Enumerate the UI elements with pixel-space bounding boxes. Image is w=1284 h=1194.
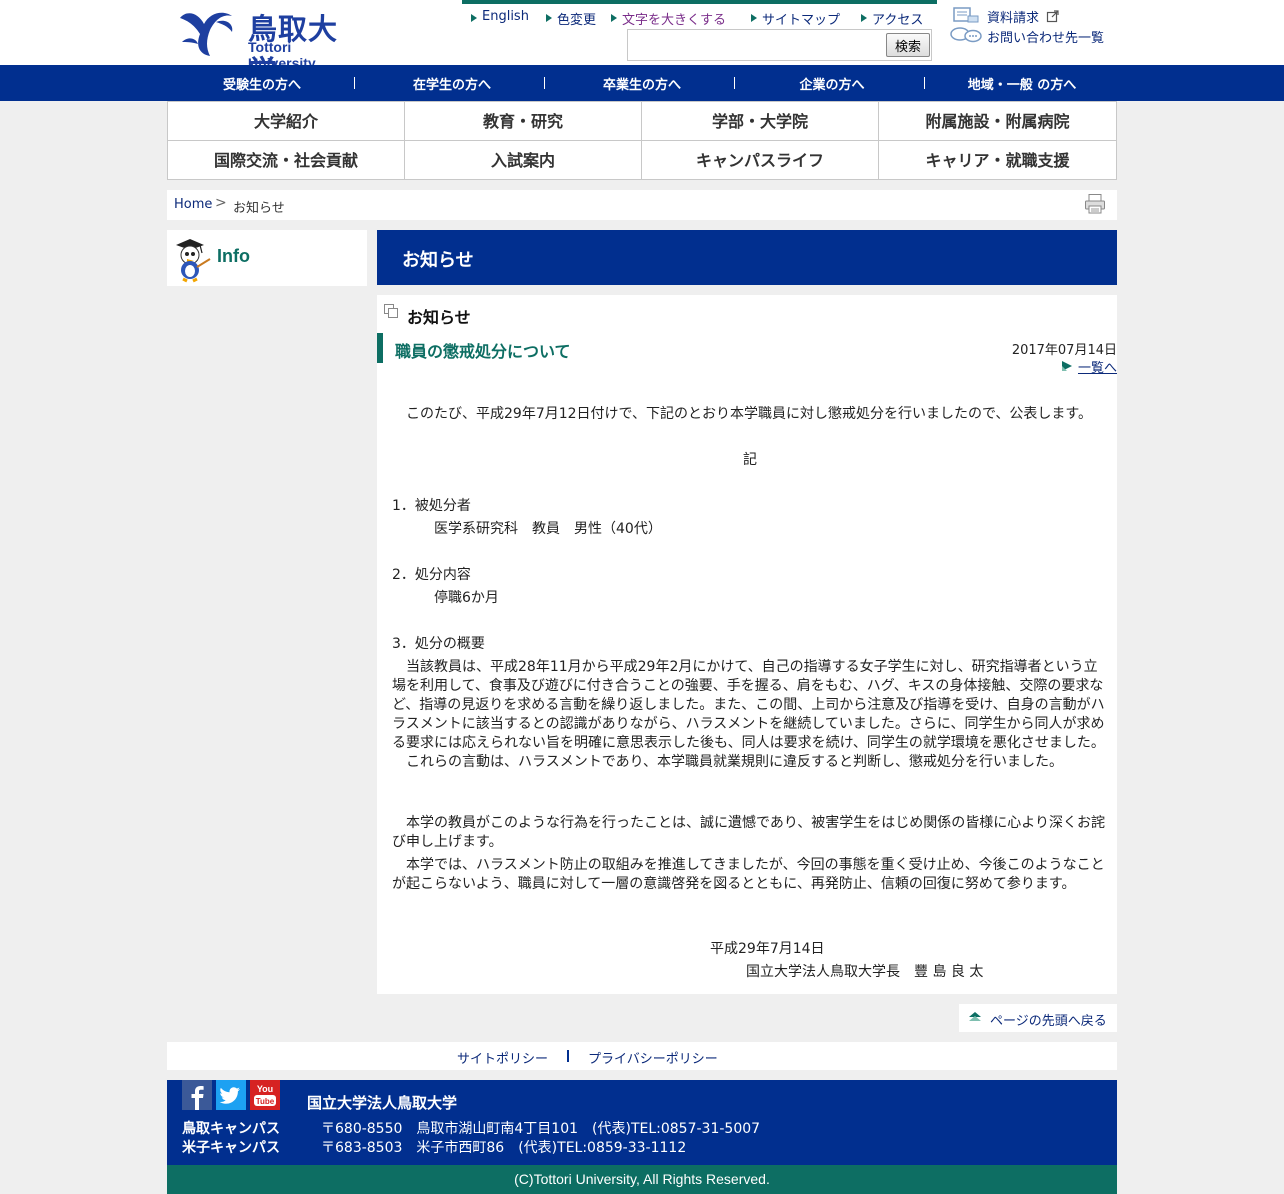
privacy-policy-link[interactable]: プライバシーポリシー bbox=[588, 1048, 718, 1067]
apology-paragraph-2: 本学では、ハラスメント防止の取組みを推進してきましたが、今回の事態を重く受け止め… bbox=[392, 857, 1105, 892]
sidebar-info-box: Info bbox=[167, 230, 367, 286]
news-title: 職員の懲戒処分について bbox=[395, 342, 571, 361]
campus-tottori-address: 〒680-8550 鳥取市湖山町南4丁目101 (代表)TEL:0857-31-… bbox=[321, 1121, 761, 1137]
nav-current-students[interactable]: 在学生の方へ bbox=[357, 74, 547, 93]
menu-faculties[interactable]: 学部・大学院 bbox=[642, 102, 879, 141]
ki-heading: 記 bbox=[743, 452, 757, 468]
external-link-icon bbox=[1046, 10, 1059, 23]
info-label: Info bbox=[217, 246, 250, 266]
menu-admissions[interactable]: 入試案内 bbox=[405, 141, 642, 180]
svg-text:You: You bbox=[257, 1084, 273, 1094]
item3-paragraph-2: これらの言動は、ハラスメントであり、本学職員就業規則に違反すると判断し、懲戒処分… bbox=[392, 754, 1064, 770]
page-title: お知らせ bbox=[402, 250, 474, 271]
audience-nav: 受験生の方へ 在学生の方へ 卒業生の方へ 企業の方へ 地域・一般 の方へ bbox=[0, 65, 1284, 101]
item3-heading: 3．処分の概要 bbox=[392, 636, 485, 652]
apology-paragraph-1: 本学の教員がこのような行為を行ったことは、誠に遺憾であり、被害学生をはじめ関係の… bbox=[392, 815, 1106, 850]
up-arrow-icon bbox=[969, 1012, 981, 1021]
menu-international[interactable]: 国際交流・社会貢献 bbox=[168, 141, 405, 180]
search-input[interactable] bbox=[630, 33, 883, 57]
nav-alumni[interactable]: 卒業生の方へ bbox=[547, 74, 737, 93]
menu-education-research[interactable]: 教育・研究 bbox=[405, 102, 642, 141]
breadcrumb-current: お知らせ bbox=[233, 201, 285, 216]
window-icon bbox=[384, 304, 398, 318]
svg-text:Tube: Tube bbox=[256, 1097, 275, 1106]
nav-separator bbox=[354, 77, 355, 89]
article-content: お知らせ 職員の懲戒処分について 2017年07月14日 一覧へ このたび、平成… bbox=[377, 295, 1117, 994]
back-to-top-label: ページの先頭へ戻る bbox=[990, 1014, 1107, 1029]
utility-nav: English 色変更 文字を大きくする サイトマップ アクセス bbox=[462, 0, 937, 28]
item2-heading: 2．処分内容 bbox=[392, 567, 471, 583]
news-date: 2017年07月14日 bbox=[1011, 343, 1117, 358]
menu-about[interactable]: 大学紹介 bbox=[168, 102, 405, 141]
site-header: 鳥取大学 Tottori University English 色変更 文字を大… bbox=[0, 0, 1284, 88]
main-menu-grid: 大学紹介 教育・研究 学部・大学院 附属施設・附属病院 国際交流・社会貢献 入試… bbox=[167, 101, 1117, 180]
nav-companies[interactable]: 企業の方へ bbox=[737, 74, 927, 93]
intro-paragraph: このたび、平成29年7月12日付けで、下記のとおり本学職員に対し懲戒処分を行いま… bbox=[392, 406, 1093, 422]
policy-links: サイトポリシー プライバシーポリシー bbox=[167, 1042, 1117, 1070]
policy-separator bbox=[567, 1050, 569, 1062]
breadcrumb: Home > お知らせ bbox=[167, 190, 1117, 220]
access-link[interactable]: アクセス bbox=[861, 9, 923, 28]
back-to-list-link[interactable]: 一覧へ bbox=[1062, 357, 1117, 376]
campus-yonago-address: 〒683-8503 米子市西町86 (代表)TEL:0859-33-1112 bbox=[321, 1140, 687, 1156]
signature-name: 国立大学法人鳥取大学長 豐 島 良 太 bbox=[746, 964, 984, 980]
breadcrumb-home[interactable]: Home bbox=[174, 197, 212, 212]
site-policy-link[interactable]: サイトポリシー bbox=[457, 1048, 548, 1067]
section-title: お知らせ bbox=[407, 308, 471, 327]
request-materials-link[interactable]: 資料請求 bbox=[987, 7, 1039, 26]
mascot-icon bbox=[176, 239, 211, 283]
item2-body: 停職6か月 bbox=[434, 590, 499, 606]
menu-campus-life[interactable]: キャンパスライフ bbox=[642, 141, 879, 180]
search-form: 検索 bbox=[627, 29, 932, 61]
university-logo[interactable]: 鳥取大学 Tottori University bbox=[176, 6, 361, 88]
contact-list-link[interactable]: お問い合わせ先一覧 bbox=[987, 27, 1104, 46]
youtube-icon[interactable]: You Tube bbox=[250, 1080, 280, 1110]
twitter-icon[interactable] bbox=[216, 1080, 246, 1110]
logo-mark-icon bbox=[180, 12, 233, 57]
text-enlarge-link[interactable]: 文字を大きくする bbox=[611, 9, 726, 28]
menu-career[interactable]: キャリア・就職支援 bbox=[879, 141, 1116, 180]
sitemap-link[interactable]: サイトマップ bbox=[751, 9, 840, 28]
item1-body: 医学系研究科 教員 男性（40代） bbox=[434, 521, 662, 537]
english-link[interactable]: English bbox=[471, 9, 529, 24]
document-request-icon bbox=[953, 7, 979, 23]
breadcrumb-separator: > bbox=[215, 195, 227, 211]
nav-separator bbox=[544, 77, 545, 89]
search-button[interactable]: 検索 bbox=[886, 33, 930, 57]
menu-facilities-hospital[interactable]: 附属施設・附属病院 bbox=[879, 102, 1116, 141]
nav-separator bbox=[734, 77, 735, 89]
facebook-icon[interactable] bbox=[182, 1080, 212, 1110]
contact-speech-icon bbox=[950, 27, 982, 43]
color-change-link[interactable]: 色変更 bbox=[546, 9, 596, 28]
campus-yonago-label: 米子キャンパス bbox=[182, 1140, 280, 1156]
news-title-marker bbox=[377, 333, 383, 363]
page-title-bar: お知らせ bbox=[377, 230, 1117, 285]
item1-heading: 1．被処分者 bbox=[392, 498, 471, 514]
site-footer: You Tube 国立大学法人鳥取大学 鳥取キャンパス 〒680-8550 鳥取… bbox=[167, 1080, 1117, 1165]
print-icon[interactable] bbox=[1084, 193, 1106, 215]
nav-community[interactable]: 地域・一般 の方へ bbox=[927, 74, 1117, 93]
copyright: (C)Tottori University, All Rights Reserv… bbox=[167, 1165, 1117, 1194]
back-to-top-button[interactable]: ページの先頭へ戻る bbox=[959, 1004, 1117, 1032]
nav-prospective-students[interactable]: 受験生の方へ bbox=[167, 74, 357, 93]
nav-separator bbox=[924, 77, 925, 89]
campus-tottori-label: 鳥取キャンパス bbox=[182, 1121, 280, 1137]
item3-paragraph-1: 当該教員は、平成28年11月から平成29年2月にかけて、自己の指導する女子学生に… bbox=[392, 659, 1105, 751]
footer-org-name: 国立大学法人鳥取大学 bbox=[307, 1094, 458, 1112]
signature-date: 平成29年7月14日 bbox=[710, 941, 825, 957]
